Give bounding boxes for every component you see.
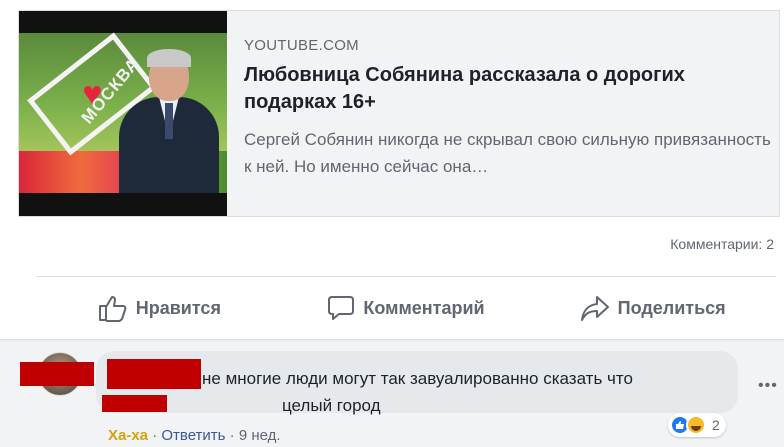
reaction-count: 2	[712, 417, 720, 433]
thumbs-up-icon	[98, 296, 127, 322]
comment-text-line2: целый город	[282, 396, 381, 415]
video-thumbnail[interactable]: ♥ МОСКВА	[19, 11, 227, 216]
comment-text-line1: не многие люди могут так завуалированно …	[202, 369, 633, 388]
link-description: Сергей Собянин никогда не скрывал свою с…	[244, 130, 771, 176]
redacted-mention	[102, 395, 167, 412]
reaction-haha-link[interactable]: Ха-ха	[108, 427, 148, 444]
reply-link[interactable]: Ответить	[161, 427, 225, 444]
comment-reactions[interactable]: 2	[668, 413, 726, 437]
person-hair	[147, 49, 191, 67]
link-headline[interactable]: Любовница Собянина рассказала о дорогих …	[244, 62, 780, 116]
post-actions-bar: Нравится Комментарий Поделиться	[36, 286, 776, 330]
meta-separator: ·	[152, 427, 158, 444]
comment-bubble-icon	[328, 296, 355, 320]
comment-item: не многие люди могут так завуалированно …	[0, 341, 784, 447]
like-label: Нравится	[135, 297, 221, 318]
comment-timestamp[interactable]: 9 нед.	[239, 427, 281, 444]
person-tie	[165, 103, 173, 139]
share-button[interactable]: Поделиться	[529, 286, 776, 330]
more-options-icon[interactable]: •••	[758, 377, 778, 395]
redacted-avatar-overlay	[20, 362, 94, 386]
preview-text: YOUTUBE.COM Любовница Собянина рассказал…	[244, 11, 780, 216]
like-button[interactable]: Нравится	[36, 286, 283, 330]
share-label: Поделиться	[617, 297, 726, 318]
link-domain: YOUTUBE.COM	[244, 37, 359, 54]
post-card: ♥ МОСКВА YOUTUBE.COM Любовница Собянина …	[0, 0, 784, 340]
comments-count-link[interactable]: Комментарии: 2	[670, 236, 774, 252]
meta-separator: ·	[229, 427, 235, 444]
thumbnail-person	[119, 49, 219, 193]
redacted-author-name	[107, 359, 201, 389]
share-arrow-icon	[580, 296, 609, 321]
comment-text: не многие люди могут так завуалированно …	[202, 365, 722, 419]
haha-icon	[686, 415, 706, 435]
comment-meta: Ха-ха · Ответить · 9 нед.	[108, 427, 281, 444]
comment-label: Комментарий	[363, 297, 485, 318]
divider	[36, 276, 776, 277]
comment-button[interactable]: Комментарий	[283, 286, 530, 330]
link-preview[interactable]: ♥ МОСКВА YOUTUBE.COM Любовница Собянина …	[18, 10, 780, 217]
